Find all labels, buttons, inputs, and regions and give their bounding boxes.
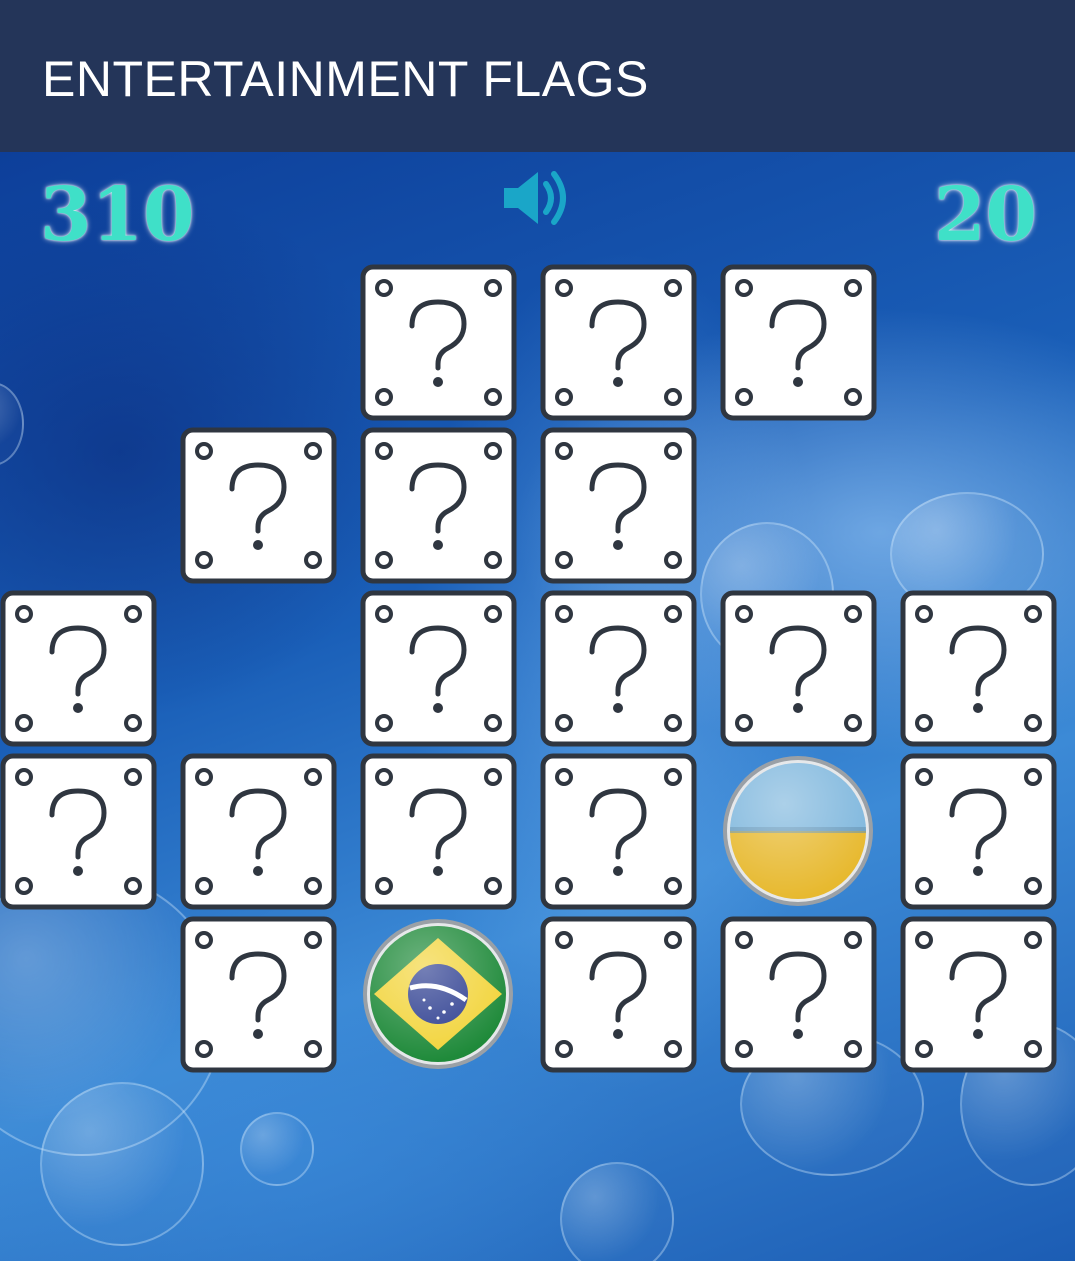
hidden-card-tile[interactable] <box>720 590 877 747</box>
bubble-decoration <box>560 1162 674 1261</box>
revealed-card-tile[interactable] <box>720 753 877 910</box>
hidden-card-tile[interactable] <box>0 590 157 747</box>
question-mark-icon <box>360 753 517 910</box>
hidden-card-tile[interactable] <box>900 916 1057 1073</box>
bubble-decoration <box>0 382 24 466</box>
question-mark-icon <box>540 753 697 910</box>
app-title: ENTERTAINMENT FLAGS <box>42 51 649 107</box>
hidden-card-tile[interactable] <box>360 264 517 421</box>
bubble-decoration <box>40 1082 204 1246</box>
question-mark-icon <box>360 264 517 421</box>
hidden-card-tile[interactable] <box>180 753 337 910</box>
hidden-card-tile[interactable] <box>360 427 517 584</box>
question-mark-icon <box>0 753 157 910</box>
hidden-card-tile[interactable] <box>180 916 337 1073</box>
question-mark-icon <box>180 753 337 910</box>
hidden-card-tile[interactable] <box>540 753 697 910</box>
sound-toggle-button[interactable] <box>500 166 574 230</box>
question-mark-icon <box>900 753 1057 910</box>
bubble-decoration <box>240 1112 314 1186</box>
question-mark-icon <box>360 427 517 584</box>
question-mark-icon <box>540 427 697 584</box>
hidden-card-tile[interactable] <box>540 590 697 747</box>
question-mark-icon <box>720 264 877 421</box>
hidden-card-tile[interactable] <box>360 753 517 910</box>
brazil-flag-icon <box>363 919 513 1069</box>
speaker-volume-icon <box>504 171 566 225</box>
revealed-card-tile[interactable] <box>360 916 517 1073</box>
question-mark-icon <box>180 916 337 1073</box>
moves-counter: 20 <box>934 172 1037 258</box>
game-board: 310 20 <box>0 152 1075 1261</box>
hidden-card-tile[interactable] <box>540 427 697 584</box>
hidden-card-tile[interactable] <box>0 753 157 910</box>
hidden-card-tile[interactable] <box>180 427 337 584</box>
question-mark-icon <box>900 916 1057 1073</box>
score-counter: 310 <box>40 172 195 258</box>
hidden-card-tile[interactable] <box>540 916 697 1073</box>
question-mark-icon <box>540 916 697 1073</box>
hidden-card-tile[interactable] <box>720 264 877 421</box>
question-mark-icon <box>540 590 697 747</box>
question-mark-icon <box>0 590 157 747</box>
app-bar: ENTERTAINMENT FLAGS <box>0 0 1075 152</box>
hidden-card-tile[interactable] <box>900 753 1057 910</box>
question-mark-icon <box>720 590 877 747</box>
ukraine-flag-icon <box>723 756 873 906</box>
question-mark-icon <box>720 916 877 1073</box>
question-mark-icon <box>900 590 1057 747</box>
question-mark-icon <box>540 264 697 421</box>
hidden-card-tile[interactable] <box>360 590 517 747</box>
hidden-card-tile[interactable] <box>540 264 697 421</box>
hidden-card-tile[interactable] <box>720 916 877 1073</box>
question-mark-icon <box>360 590 517 747</box>
question-mark-icon <box>180 427 337 584</box>
hidden-card-tile[interactable] <box>900 590 1057 747</box>
